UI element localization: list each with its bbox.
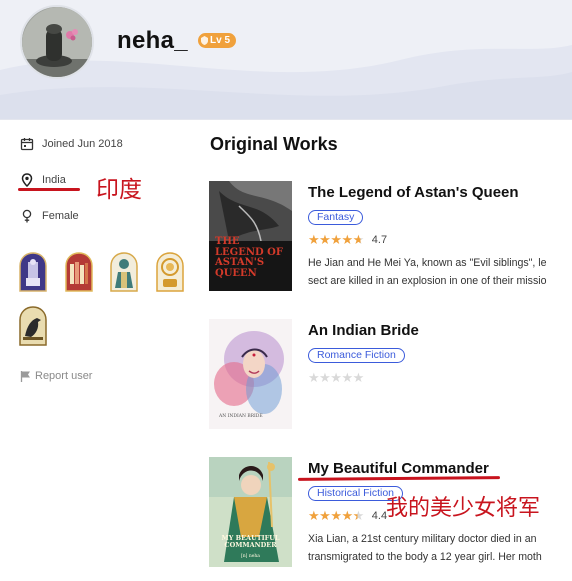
flag-icon	[20, 371, 30, 382]
joined-row: Joined Jun 2018	[20, 137, 123, 151]
book-cover-indian-bride[interactable]: AN INDIAN BRIDE	[209, 319, 292, 429]
work-item-astan[interactable]: THE LEGEND OF ASTAN'S QUEEN The Legend o…	[209, 181, 572, 291]
star-icon: ★	[341, 232, 353, 247]
work-title[interactable]: My Beautiful Commander	[308, 460, 489, 477]
rating-score: 4.4	[371, 510, 388, 522]
book-cover-commander[interactable]: MY BEAUTIFUL COMMANDER [n] neha	[209, 457, 292, 567]
star-icon: ★	[319, 232, 331, 247]
location-row: India	[20, 173, 66, 187]
description-line: Xia Lian, a 21st century military doctor…	[308, 533, 537, 545]
star-rating-icon: ★★★★★	[308, 232, 364, 248]
annotation-underline-india	[18, 188, 80, 191]
annotation-india-chinese: 印度	[96, 177, 142, 203]
description-line: transmigrated to the body a 12 year girl…	[308, 551, 542, 563]
star-icon: ★	[352, 232, 365, 247]
star-icon: ★	[319, 508, 331, 523]
raven-badge-icon[interactable]	[19, 306, 47, 346]
level-badge: Lv 5	[198, 33, 237, 48]
description-line: sect are killed in an explosion in one o…	[308, 275, 547, 287]
gender-text: Female	[42, 210, 79, 222]
work-title[interactable]: An Indian Bride	[308, 322, 419, 339]
annotation-commander-chinese: 我的美少女将军	[386, 496, 541, 521]
bookshelf-badge-icon[interactable]	[65, 252, 93, 292]
work-description: He Jian and He Mei Ya, known as "Evil si…	[308, 254, 572, 290]
star-rating-icon: ★★★★★	[308, 508, 364, 524]
report-user-link[interactable]: Report user	[20, 370, 92, 382]
description-line: He Jian and He Mei Ya, known as "Evil si…	[308, 257, 547, 269]
rating-score: 4.7	[371, 234, 388, 246]
star-rating-icon: ★★★★★	[308, 370, 364, 385]
level-shield-icon	[201, 36, 208, 45]
scholar-badge-icon[interactable]	[110, 252, 138, 292]
rating: ★★★★★ 4.4	[308, 508, 387, 524]
star-icon: ★	[330, 232, 342, 247]
cover-title-commander: MY BEAUTIFUL COMMANDER	[221, 534, 280, 549]
original-works-heading: Original Works	[210, 134, 338, 154]
cover-title-astan: THE LEGEND OF ASTAN'S QUEEN	[215, 236, 283, 279]
star-icon: ★	[308, 232, 320, 247]
scroll-badge-icon[interactable]	[156, 252, 184, 292]
star-icon: ★	[352, 508, 365, 523]
work-item-indian-bride[interactable]: AN INDIAN BRIDE An Indian Bride Romance …	[209, 319, 572, 429]
book-cover-astan[interactable]: THE LEGEND OF ASTAN'S QUEEN	[209, 181, 292, 291]
work-title[interactable]: The Legend of Astan's Queen	[308, 184, 519, 201]
report-user-label: Report user	[35, 370, 93, 382]
star-icon: ★	[341, 508, 353, 523]
genre-tag[interactable]: Fantasy	[308, 210, 364, 225]
star-icon: ★	[308, 508, 320, 523]
calendar-icon	[20, 138, 34, 151]
rating: ★★★★★	[308, 370, 364, 386]
cover-author-commander: [n] neha	[241, 554, 260, 559]
cover-title-indian-bride: AN INDIAN BRIDE	[219, 414, 263, 419]
avatar[interactable]	[20, 5, 94, 79]
rating: ★★★★★ 4.7	[308, 232, 387, 248]
female-icon	[22, 209, 32, 223]
location-pin-icon	[21, 173, 33, 187]
profile-header: neha_ Lv 5	[0, 0, 572, 120]
work-description: Xia Lian, a 21st century military doctor…	[308, 530, 572, 566]
joined-date: Joined Jun 2018	[42, 138, 123, 150]
location-text: India	[42, 174, 66, 186]
genre-tag[interactable]: Romance Fiction	[308, 348, 405, 363]
star-icon: ★	[330, 508, 342, 523]
level-text: Lv 5	[210, 35, 231, 46]
username: neha_	[117, 27, 188, 54]
gender-row: Female	[20, 209, 79, 223]
knight-badge-icon[interactable]	[19, 252, 47, 292]
